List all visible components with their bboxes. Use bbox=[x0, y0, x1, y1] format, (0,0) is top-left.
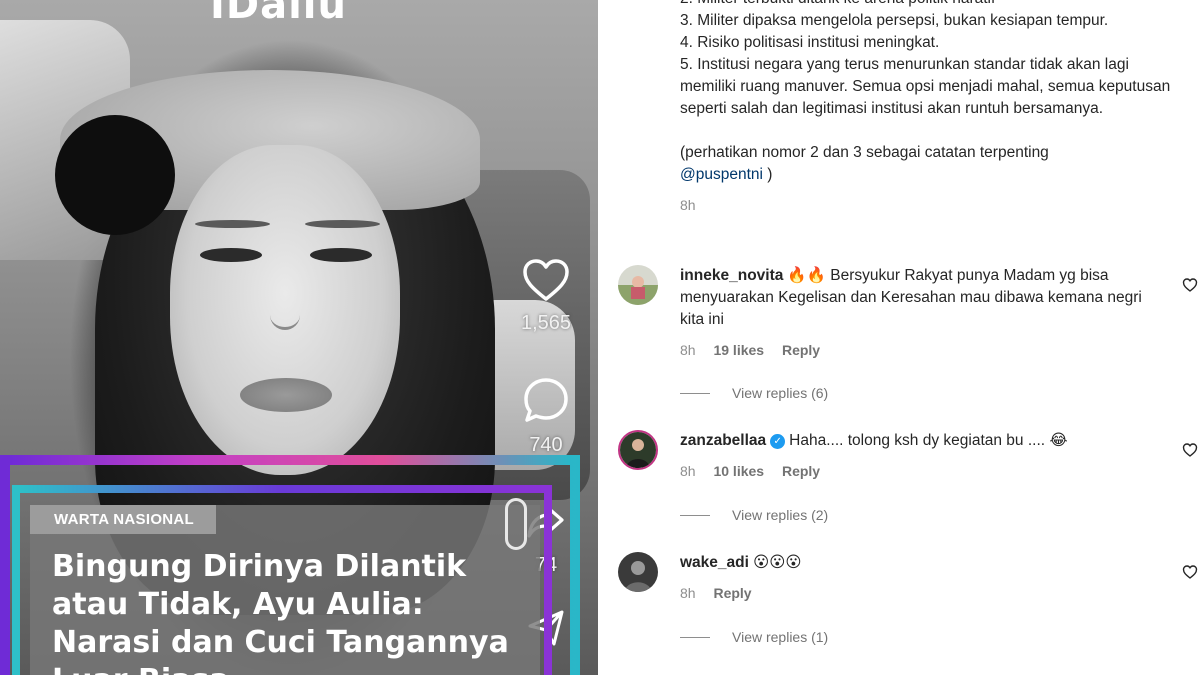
caption-line-3: 3. Militer dipaksa mengelola persepsi, b… bbox=[680, 12, 1109, 29]
comment-body: inneke_novita 🔥🔥 Bersyukur Rakyat punya M… bbox=[680, 265, 1160, 331]
like-action[interactable]: 1,565 bbox=[510, 258, 582, 335]
comment-action[interactable]: 740 bbox=[510, 376, 582, 457]
person-lips bbox=[240, 378, 332, 412]
view-replies-label[interactable]: View replies (6) bbox=[732, 385, 828, 401]
person-cap-brim bbox=[55, 115, 175, 235]
view-replies[interactable]: View replies (2) bbox=[680, 507, 828, 523]
reply-button[interactable]: Reply bbox=[713, 585, 751, 601]
mention-link[interactable]: @puspentni bbox=[680, 166, 763, 183]
comment-text: 😮😮😮 bbox=[752, 554, 802, 571]
avatar[interactable] bbox=[618, 265, 658, 305]
comment-bubble-icon[interactable] bbox=[522, 376, 570, 424]
comment-time: 8h bbox=[680, 342, 696, 358]
left-eye bbox=[200, 248, 262, 262]
view-replies-label[interactable]: View replies (1) bbox=[732, 629, 828, 645]
news-badge: WARTA NASIONAL bbox=[30, 505, 217, 534]
reply-button[interactable]: Reply bbox=[782, 463, 820, 479]
verified-badge-icon: ✓ bbox=[770, 434, 786, 449]
caption-line-4: 4. Risiko politisasi institusi meningkat… bbox=[680, 34, 940, 51]
comment-like-icon[interactable] bbox=[1182, 277, 1198, 293]
avatar[interactable] bbox=[618, 552, 658, 592]
replies-divider bbox=[680, 392, 710, 394]
comment-like-icon[interactable] bbox=[1182, 442, 1198, 458]
news-headline: Bingung Dirinya Dilantik atau Tidak, Ayu… bbox=[52, 549, 509, 675]
person-nose bbox=[270, 300, 300, 330]
comments-panel: 2. Militer terbukti ditarik ke arena pol… bbox=[598, 0, 1200, 675]
caption-note: (perhatikan nomor 2 dan 3 sebagai catata… bbox=[680, 144, 1049, 161]
comment-time: 8h bbox=[680, 585, 696, 601]
likes-count: 1,565 bbox=[520, 312, 572, 334]
comment-likes[interactable]: 10 likes bbox=[713, 463, 764, 479]
right-eye bbox=[310, 248, 372, 262]
view-replies-label[interactable]: View replies (2) bbox=[732, 507, 828, 523]
replies-divider bbox=[680, 636, 710, 638]
replies-divider bbox=[680, 514, 710, 516]
comment-meta: 8h Reply bbox=[680, 585, 766, 601]
comment-username[interactable]: wake_adi bbox=[680, 554, 749, 571]
caption-timestamp: 8h bbox=[680, 197, 696, 213]
avatar[interactable] bbox=[618, 430, 658, 470]
caption-line-2: 2. Militer terbukti ditarik ke arena pol… bbox=[680, 0, 1180, 10]
right-eyebrow bbox=[305, 220, 380, 228]
video-panel[interactable]: IDaliu 1,565 740 74 WARTA NASIONAL Bingu… bbox=[0, 0, 598, 675]
comment-body: zanzabellaa ✓ Haha.... tolong ksh dy kegia… bbox=[680, 430, 1160, 452]
comment-body: wake_adi 😮😮😮 bbox=[680, 552, 1160, 574]
comment-username[interactable]: inneke_novita bbox=[680, 267, 783, 284]
reply-button[interactable]: Reply bbox=[782, 342, 820, 358]
heart-icon[interactable] bbox=[522, 258, 570, 302]
view-replies[interactable]: View replies (6) bbox=[680, 385, 828, 401]
view-replies[interactable]: View replies (1) bbox=[680, 629, 828, 645]
comment-username[interactable]: zanzabellaa bbox=[680, 432, 766, 449]
comment-time: 8h bbox=[680, 463, 696, 479]
left-eyebrow bbox=[195, 220, 270, 228]
post-caption: 2. Militer terbukti ditarik ke arena pol… bbox=[680, 0, 1180, 216]
comment-meta: 8h 10 likes Reply bbox=[680, 463, 834, 479]
comment-likes[interactable]: 19 likes bbox=[713, 342, 764, 358]
caption-note-end: ) bbox=[767, 166, 773, 183]
comments-count: 740 bbox=[529, 434, 563, 456]
comment-text: Haha.... tolong ksh dy kegiatan bu .... … bbox=[789, 432, 1068, 449]
comment-meta: 8h 19 likes Reply bbox=[680, 342, 834, 358]
paperclip-icon bbox=[505, 498, 527, 550]
caption-line-5: 5. Institusi negara yang terus menurunka… bbox=[680, 56, 1171, 117]
video-watermark: IDaliu bbox=[210, 0, 347, 28]
comment-like-icon[interactable] bbox=[1182, 564, 1198, 580]
